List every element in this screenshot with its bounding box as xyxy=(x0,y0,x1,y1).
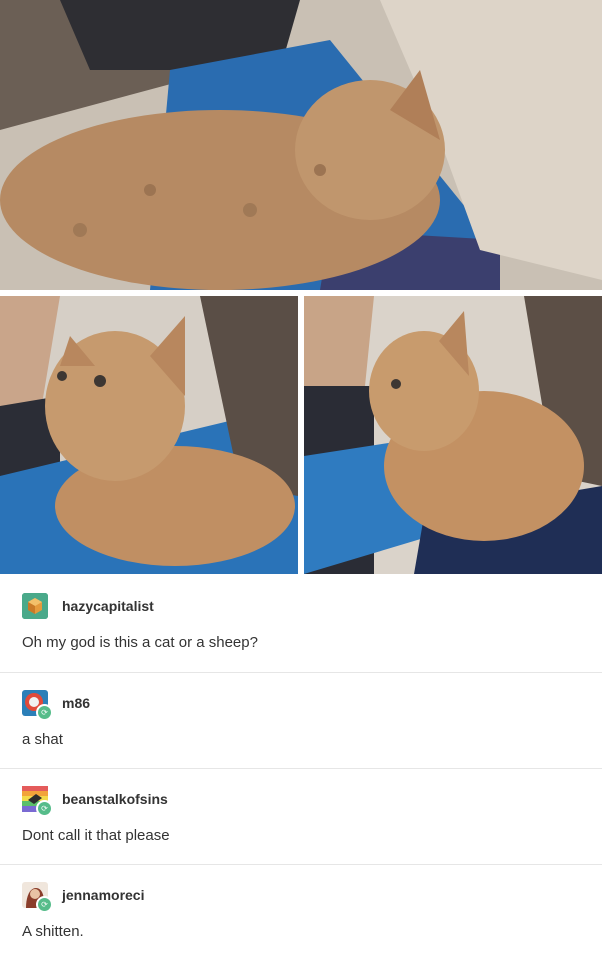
post-message: Dont call it that please xyxy=(22,827,170,844)
photo-set xyxy=(0,0,602,576)
photo-left[interactable] xyxy=(0,296,298,574)
username[interactable]: beanstalkofsins xyxy=(62,791,168,807)
kitten-photo-left xyxy=(0,296,298,574)
reblog-thread: hazycapitalist Oh my god is this a cat o… xyxy=(0,576,602,960)
avatar[interactable]: ⟳ xyxy=(22,786,53,817)
kitten-photo-right xyxy=(304,296,602,574)
post-message: a shat xyxy=(22,731,63,748)
post-entry: ⟳ jennamoreci A shitten. xyxy=(0,864,602,960)
post-entry: ⟳ m86 a shat xyxy=(0,672,602,768)
avatar[interactable]: ⟳ xyxy=(22,690,53,721)
post-header: ⟳ beanstalkofsins xyxy=(22,786,168,817)
post-header: hazycapitalist xyxy=(22,593,154,619)
avatar[interactable] xyxy=(22,593,48,619)
reblog-icon: ⟳ xyxy=(36,800,53,817)
username[interactable]: jennamoreci xyxy=(62,887,144,903)
post-entry: hazycapitalist Oh my god is this a cat o… xyxy=(0,576,602,672)
username[interactable]: hazycapitalist xyxy=(62,598,154,614)
reblog-icon: ⟳ xyxy=(36,704,53,721)
username[interactable]: m86 xyxy=(62,695,90,711)
post-header: ⟳ m86 xyxy=(22,690,90,721)
photo-top[interactable] xyxy=(0,0,602,290)
post-entry: ⟳ beanstalkofsins Dont call it that plea… xyxy=(0,768,602,864)
photo-right[interactable] xyxy=(304,296,602,574)
post-message: Oh my god is this a cat or a sheep? xyxy=(22,634,258,651)
reblog-icon: ⟳ xyxy=(36,896,53,913)
post-header: ⟳ jennamoreci xyxy=(22,882,144,913)
post-message: A shitten. xyxy=(22,923,84,940)
cube-icon xyxy=(22,593,48,619)
avatar[interactable]: ⟳ xyxy=(22,882,53,913)
kitten-photo-top xyxy=(0,0,602,290)
